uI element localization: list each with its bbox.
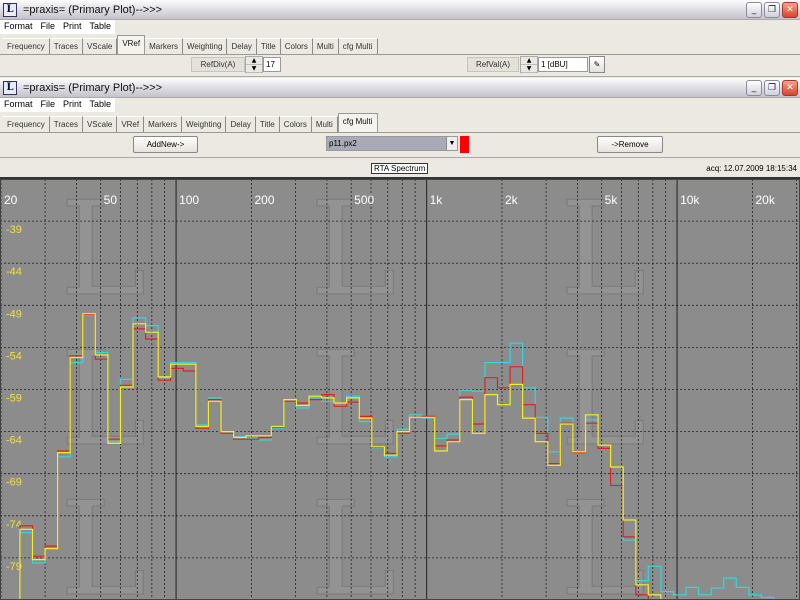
y-tick-label: -49 [6, 308, 22, 320]
tab-colors[interactable]: Colors [280, 38, 313, 54]
x-tick-label: 500 [354, 193, 374, 207]
close-icon[interactable]: ✕ [782, 2, 798, 18]
window2-cfgmulti-panel: AddNew-> p11.px2 ▼ ->Remove [0, 133, 800, 158]
tab-title[interactable]: Title [255, 116, 280, 132]
refval-spinner[interactable]: ▲ ▼ [520, 56, 538, 73]
menu-file[interactable]: File [37, 20, 60, 34]
window2-titlebar[interactable]: L =praxis= (Primary Plot)-->>> _ ❐ ✕ [0, 78, 800, 98]
restore-icon[interactable]: ❐ [764, 2, 780, 18]
file-select-value: p11.px2 [329, 139, 357, 148]
menu-print[interactable]: Print [59, 98, 86, 112]
watermark-logo: L [60, 473, 146, 600]
tab-colors[interactable]: Colors [279, 116, 312, 132]
tab-vscale[interactable]: VScale [82, 116, 118, 132]
tab-title[interactable]: Title [256, 38, 281, 54]
x-tick-label: 20 [4, 193, 18, 207]
file-select[interactable]: p11.px2 ▼ [326, 136, 458, 151]
minimize-icon[interactable]: _ [746, 2, 762, 18]
x-tick-label: 2k [505, 193, 519, 207]
window1-titlebar[interactable]: L =praxis= (Primary Plot)-->>> _ ❐ ✕ [0, 0, 800, 20]
tab-delay[interactable]: Delay [227, 38, 257, 54]
trace-color-swatch[interactable] [460, 136, 469, 153]
app-icon: L [3, 2, 17, 17]
x-tick-label: 50 [104, 193, 118, 207]
refdiv-input[interactable]: 17 [263, 57, 281, 72]
tab-markers[interactable]: Markers [144, 116, 182, 132]
refval-label: RefVal(A) [467, 57, 519, 72]
tab-weighting[interactable]: Weighting [182, 116, 227, 132]
y-tick-label: -59 [6, 393, 22, 405]
x-tick-label: 20k [756, 193, 776, 207]
tab-traces[interactable]: Traces [49, 116, 83, 132]
tab-markers[interactable]: Markers [145, 38, 183, 54]
x-tick-label: 10k [680, 193, 700, 207]
tab-weighting[interactable]: Weighting [183, 38, 228, 54]
y-tick-label: -69 [6, 477, 22, 489]
window2-title: =praxis= (Primary Plot)-->>> [23, 81, 163, 94]
watermark-logo: L [560, 179, 646, 325]
x-tick-label: 100 [179, 193, 199, 207]
window2-tabs: Frequency Traces VScale VRef Markers Weightin… [0, 113, 800, 133]
refdiv-spinner[interactable]: ▲ ▼ [245, 56, 263, 73]
refdiv-label: RefDiv(A) [191, 57, 245, 72]
watermark-logo: L [310, 473, 396, 600]
watermark-logo: L [310, 323, 396, 475]
tab-frequency[interactable]: Frequency [3, 116, 50, 132]
menu-table[interactable]: Table [86, 20, 116, 34]
y-tick-label: -64 [6, 435, 22, 447]
tab-vref[interactable]: VRef [117, 116, 145, 132]
acquisition-timestamp: acq: 12.07.2009 18:15:34 [706, 164, 797, 173]
menu-file[interactable]: File [37, 98, 60, 112]
rta-spectrum-chart[interactable]: LLLLLLLLLLLL-39-44-49-54-59-64-69-74-792… [0, 179, 800, 600]
tab-vscale[interactable]: VScale [82, 38, 118, 54]
window1-vref-panel: RefDiv(A) ▲ ▼ 17 RefVal(A) ▲ ▼ 1 [dBU] ✎ [0, 55, 800, 77]
y-tick-label: -44 [6, 266, 22, 278]
addnew-button[interactable]: AddNew-> [133, 136, 198, 153]
watermark-logo: L [310, 179, 396, 325]
window2-menubar: Format File Print Table [0, 98, 116, 112]
tab-traces[interactable]: Traces [49, 38, 83, 54]
x-tick-label: 1k [430, 193, 444, 207]
tab-multi[interactable]: Multi [311, 116, 338, 132]
chevron-down-icon[interactable]: ▼ [446, 137, 457, 150]
menu-format[interactable]: Format [0, 98, 37, 112]
x-tick-label: 5k [605, 193, 619, 207]
x-tick-label: 200 [255, 193, 275, 207]
y-tick-label: -39 [6, 224, 22, 236]
close-icon[interactable]: ✕ [782, 80, 798, 96]
restore-icon[interactable]: ❐ [764, 80, 780, 96]
menu-format[interactable]: Format [0, 20, 37, 34]
tab-vref[interactable]: VRef [117, 35, 146, 54]
tab-cfg-multi[interactable]: cfg Multi [337, 113, 378, 132]
tab-delay[interactable]: Delay [226, 116, 256, 132]
app-icon: L [3, 80, 17, 95]
menu-table[interactable]: Table [86, 98, 116, 112]
plot-title: RTA Spectrum [371, 163, 429, 174]
pen-icon[interactable]: ✎ [589, 56, 605, 73]
plot-header: RTA Spectrum acq: 12.07.2009 18:15:34 [0, 158, 800, 179]
window1-tabs: Frequency Traces VScale VRef Markers Weightin… [0, 35, 800, 55]
refval-input[interactable]: 1 [dBU] [538, 57, 588, 72]
menu-print[interactable]: Print [59, 20, 86, 34]
window1-title: =praxis= (Primary Plot)-->>> [23, 3, 163, 16]
y-tick-label: -54 [6, 350, 22, 362]
remove-button[interactable]: ->Remove [597, 136, 663, 153]
tab-frequency[interactable]: Frequency [3, 38, 50, 54]
minimize-icon[interactable]: _ [746, 80, 762, 96]
window1-menubar: Format File Print Table [0, 20, 116, 34]
tab-cfg-multi[interactable]: cfg Multi [338, 38, 378, 54]
tab-multi[interactable]: Multi [312, 38, 339, 54]
